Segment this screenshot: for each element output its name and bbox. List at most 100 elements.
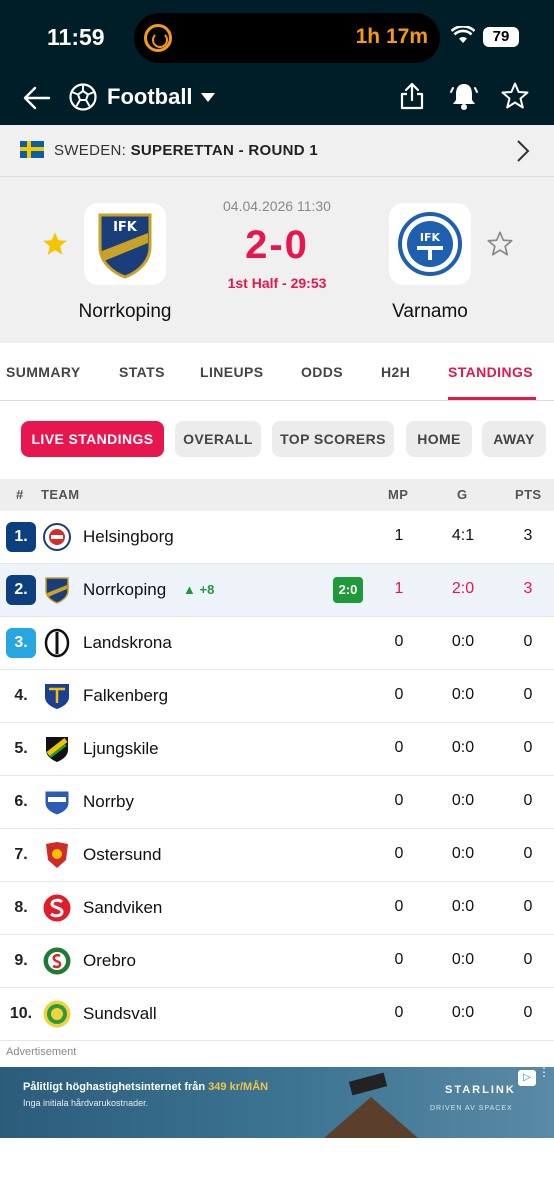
tab-h2h[interactable]: H2H <box>381 364 410 380</box>
wifi-icon <box>451 26 475 43</box>
row-rank: 2. <box>6 575 36 605</box>
table-row[interactable]: 4. Falkenberg 0 0:0 0 <box>0 670 554 723</box>
matches-played: 0 <box>394 792 404 809</box>
table-row[interactable]: 1. Helsingborg 1 4:1 3 <box>0 511 554 564</box>
team-name[interactable]: Sundsvall <box>83 1004 157 1024</box>
active-tab-indicator <box>448 397 536 400</box>
table-row[interactable]: 9. Orebro 0 0:0 0 <box>0 935 554 988</box>
chip-top-scorers[interactable]: TOP SCORERS <box>272 421 394 457</box>
team-name[interactable]: Sandviken <box>83 898 162 918</box>
chevron-right-icon[interactable] <box>516 139 530 163</box>
table-row-current-team[interactable]: 2. Norrkoping ▲ +8 2:0 1 2:0 3 <box>0 564 554 617</box>
satellite-dish-image <box>348 1072 388 1096</box>
house-roof-image <box>316 1097 426 1138</box>
tab-odds[interactable]: ODDS <box>301 364 343 380</box>
ad-brand: STARLINK <box>445 1084 516 1096</box>
points: 0 <box>523 845 533 862</box>
team-name[interactable]: Falkenberg <box>83 686 168 706</box>
league-row[interactable]: SWEDEN: SUPERETTAN - ROUND 1 <box>0 125 554 177</box>
away-team-name[interactable]: Varnamo <box>340 301 520 323</box>
chip-home[interactable]: HOME <box>406 421 472 457</box>
league-country: SWEDEN: <box>54 142 127 159</box>
football-icon <box>69 83 97 111</box>
row-rank: 3. <box>6 628 36 658</box>
row-rank: 6. <box>14 793 28 810</box>
sweden-flag-icon <box>20 141 44 158</box>
tab-standings[interactable]: STANDINGS <box>448 364 533 380</box>
matches-played: 0 <box>394 1004 404 1021</box>
tab-stats[interactable]: STATS <box>119 364 165 380</box>
dynamic-island: 1h 17m <box>134 13 440 63</box>
team-name[interactable]: Helsingborg <box>83 527 174 547</box>
matches-played: 0 <box>394 739 404 756</box>
league-competition: SUPERETTAN - ROUND 1 <box>130 142 318 159</box>
team-name[interactable]: Ostersund <box>83 845 161 865</box>
ad-headline-text: Pålitligt höghastighetsinternet från <box>23 1081 206 1093</box>
matches-played: 0 <box>394 898 404 915</box>
ad-headline: Pålitligt höghastighetsinternet från 349… <box>23 1081 268 1093</box>
more-options-icon[interactable]: ⋮ <box>538 1067 550 1078</box>
table-row[interactable]: 6. Norrby 0 0:0 0 <box>0 776 554 829</box>
col-mp: MP <box>388 487 409 502</box>
caret-down-icon[interactable] <box>200 92 216 103</box>
home-favorite-star-icon[interactable] <box>41 230 69 258</box>
table-row[interactable]: 3. Landskrona 0 0:0 0 <box>0 617 554 670</box>
row-rank: 8. <box>14 899 28 916</box>
away-team-logo[interactable]: IFK <box>389 203 471 285</box>
tab-lineups[interactable]: LINEUPS <box>200 364 263 380</box>
chip-live-standings[interactable]: LIVE STANDINGS <box>21 421 164 457</box>
goals: 2:0 <box>451 580 475 597</box>
ad-subline: Inga initiala hårdvarukostnader. <box>23 1098 149 1108</box>
team-name[interactable]: Norrkoping <box>83 580 166 600</box>
island-timer: 1h 17m <box>355 25 428 48</box>
row-rank: 1. <box>6 522 36 552</box>
team-name[interactable]: Orebro <box>83 951 136 971</box>
standings-table: 1. Helsingborg 1 4:1 3 2. Norrkoping ▲ +… <box>0 511 554 1041</box>
adchoices-icon[interactable]: ▷ <box>518 1070 536 1086</box>
table-row[interactable]: 10. Sundsvall 0 0:0 0 <box>0 988 554 1041</box>
share-icon[interactable] <box>398 81 426 111</box>
row-rank: 4. <box>14 687 28 704</box>
matches-played: 0 <box>394 686 404 703</box>
goals: 0:0 <box>451 633 475 650</box>
match-date: 04.04.2026 11:30 <box>223 198 331 214</box>
app-header: Football <box>0 72 554 125</box>
live-score-badge[interactable]: 2:0 <box>333 577 363 603</box>
match-tabs: SUMMARY STATS LINEUPS ODDS H2H STANDINGS <box>0 343 554 401</box>
falkenberg-crest-icon <box>45 684 69 709</box>
points: 3 <box>523 580 533 597</box>
goals: 0:0 <box>451 845 475 862</box>
away-favorite-star-icon[interactable] <box>486 230 514 258</box>
orebro-crest-icon <box>43 947 71 975</box>
chip-away[interactable]: AWAY <box>482 421 546 457</box>
goals: 0:0 <box>451 1004 475 1021</box>
team-name[interactable]: Norrby <box>83 792 134 812</box>
points: 3 <box>523 527 533 544</box>
matches-played: 1 <box>394 527 404 544</box>
ad-price: 349 kr/MÅN <box>208 1081 269 1093</box>
table-row[interactable]: 8. Sandviken 0 0:0 0 <box>0 882 554 935</box>
row-rank: 5. <box>14 740 28 757</box>
tab-summary[interactable]: SUMMARY <box>6 364 81 380</box>
bell-icon[interactable] <box>449 81 479 111</box>
varnamo-crest-icon: IFK <box>398 212 462 276</box>
chip-overall[interactable]: OVERALL <box>175 421 261 457</box>
points: 0 <box>523 951 533 968</box>
norrkoping-crest-icon <box>45 577 69 604</box>
ad-banner[interactable]: Pålitligt höghastighetsinternet från 349… <box>0 1067 554 1138</box>
favorite-star-icon[interactable] <box>500 81 530 111</box>
team-name[interactable]: Landskrona <box>83 633 172 653</box>
home-team-logo[interactable]: IFK <box>84 203 166 285</box>
points: 0 <box>523 1004 533 1021</box>
sport-title[interactable]: Football <box>107 84 193 110</box>
table-row[interactable]: 7. Ostersund 0 0:0 0 <box>0 829 554 882</box>
team-name[interactable]: Ljungskile <box>83 739 159 759</box>
helsingborg-crest-icon <box>43 523 71 551</box>
norrby-crest-icon <box>44 790 70 816</box>
position-change-value: +8 <box>199 582 215 597</box>
table-row[interactable]: 5. Ljungskile 0 0:0 0 <box>0 723 554 776</box>
home-team-name[interactable]: Norrkoping <box>35 301 215 323</box>
back-arrow-icon[interactable] <box>22 84 52 112</box>
row-rank: 10. <box>9 1005 33 1022</box>
goals: 0:0 <box>451 951 475 968</box>
